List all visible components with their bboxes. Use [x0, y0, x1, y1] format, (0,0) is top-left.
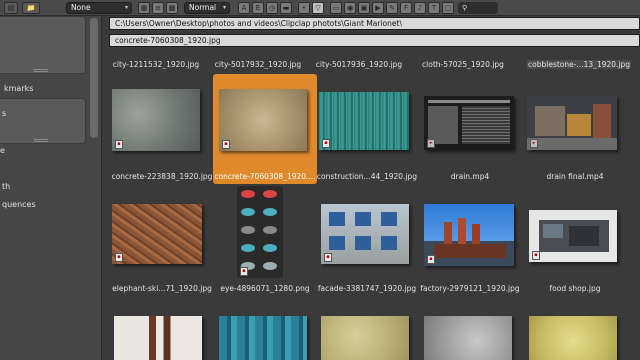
- list-view-icon[interactable]: ≡: [152, 2, 164, 14]
- file-item[interactable]: [523, 304, 627, 360]
- sort-alpha-icon[interactable]: A: [238, 2, 250, 14]
- movie-file-icon: ▸: [530, 139, 538, 148]
- file-name: eye-4896071_1280.png: [220, 284, 310, 293]
- file-thumbnail: ▪: [112, 204, 202, 264]
- image-file-icon: ▪: [322, 139, 330, 148]
- filter-movie-icon[interactable]: ▶: [372, 2, 384, 14]
- file-item[interactable]: ▪ eye-4896071_1280.png: [213, 186, 317, 298]
- file-name: concrete-7060308_1920....: [214, 172, 316, 181]
- file-thumbnail: ▪: [529, 210, 617, 262]
- system-panel: [0, 16, 86, 74]
- file-item[interactable]: ▪ food shop.jpg: [523, 190, 627, 298]
- sort-ext-icon[interactable]: E: [252, 2, 264, 14]
- recent-item[interactable]: e: [0, 146, 5, 155]
- file-browser-header: ▤ 📁 None ▾ ▦ ≡ ▩ Normal ▾ A E ◷ ▬ • ▽ ▭ …: [0, 0, 640, 16]
- sidebar-scrollbar[interactable]: [90, 18, 98, 138]
- file-thumbnail: ▪: [112, 89, 200, 151]
- file-thumbnail: ▸: [424, 96, 514, 150]
- thumbnail-view-icon[interactable]: ▦: [138, 2, 150, 14]
- image-file-icon: ▪: [222, 140, 230, 149]
- filter-select-value: None: [71, 3, 91, 12]
- search-icon: ⚲: [462, 4, 468, 12]
- file-thumbnail: [424, 316, 512, 360]
- chevron-down-icon: ▾: [124, 4, 128, 11]
- filter-sound-icon[interactable]: ♪: [414, 2, 426, 14]
- file-item[interactable]: ▪ factory-2979121_1920.jpg: [418, 190, 522, 298]
- filter-folder2-icon[interactable]: ▢: [442, 2, 454, 14]
- file-thumbnail: ▸: [527, 96, 617, 150]
- file-thumbnail: ▪: [237, 186, 283, 278]
- recent-item[interactable]: quences: [2, 200, 36, 209]
- image-file-icon: ▪: [532, 251, 540, 260]
- file-thumbnail: [219, 316, 307, 360]
- directory-path-field[interactable]: C:\Users\Owner\Desktop\photos and videos…: [109, 17, 640, 30]
- sort-size-icon[interactable]: ▬: [280, 2, 292, 14]
- file-item[interactable]: ▪ construction...44_1920.jpg: [315, 76, 419, 184]
- image-file-icon: ▪: [240, 267, 248, 276]
- image-file-icon: ▪: [427, 255, 435, 264]
- file-name[interactable]: cobblestone-...13_1920.jpg: [527, 60, 631, 69]
- search-field[interactable]: ⚲: [458, 2, 498, 14]
- filter-funnel-icon[interactable]: ▽: [312, 2, 324, 14]
- file-thumbnail: ▪: [424, 204, 514, 266]
- file-name[interactable]: city-5017936_1920.jpg: [307, 60, 411, 69]
- filter-text-icon[interactable]: T: [428, 2, 440, 14]
- sort-time-icon[interactable]: ◷: [266, 2, 278, 14]
- filter-image-icon[interactable]: ▣: [358, 2, 370, 14]
- grid-view-icon[interactable]: ▩: [166, 2, 178, 14]
- filter-select[interactable]: None ▾: [66, 2, 132, 14]
- bookmarks-panel: s: [0, 98, 86, 144]
- filter-folder-icon[interactable]: ▭: [330, 2, 342, 14]
- bookmarks-heading: kmarks: [4, 84, 34, 93]
- file-grid: city-1211532_1920.jpg city-5017932_1920.…: [102, 50, 640, 360]
- file-thumbnail: [529, 316, 617, 360]
- image-file-icon: ▪: [115, 140, 123, 149]
- file-item-selected[interactable]: ▪ concrete-7060308_1920....: [213, 74, 317, 184]
- filter-blend-icon[interactable]: ◉: [344, 2, 356, 14]
- file-item[interactable]: [315, 304, 419, 360]
- bookmark-item[interactable]: s: [2, 109, 6, 118]
- folder-icon[interactable]: 📁: [22, 2, 40, 14]
- recent-item[interactable]: th: [2, 182, 10, 191]
- file-name: food shop.jpg: [549, 284, 601, 293]
- file-thumbnail: [321, 316, 409, 360]
- filename-field[interactable]: concrete-7060308_1920.jpg: [109, 34, 640, 47]
- file-name[interactable]: cloth-57025_1920.jpg: [411, 60, 515, 69]
- file-name: factory-2979121_1920.jpg: [420, 284, 520, 293]
- display-size-value: Normal: [189, 3, 217, 12]
- file-item[interactable]: ▸ drain final.mp4: [523, 76, 627, 184]
- movie-file-icon: ▸: [427, 139, 435, 148]
- file-thumbnail: ▪: [219, 89, 307, 151]
- image-file-icon: ▪: [115, 253, 123, 262]
- image-file-icon: ▪: [324, 253, 332, 262]
- file-name: concrete-223838_1920.jpg: [111, 172, 213, 181]
- file-name: drain final.mp4: [546, 172, 604, 181]
- file-name[interactable]: city-1211532_1920.jpg: [104, 60, 208, 69]
- file-item[interactable]: ▸ drain.mp4: [418, 76, 522, 184]
- filter-font-icon[interactable]: F: [400, 2, 412, 14]
- file-item[interactable]: [110, 304, 214, 360]
- display-size-select[interactable]: Normal ▾: [184, 2, 230, 14]
- file-item[interactable]: [213, 304, 317, 360]
- file-item[interactable]: [418, 304, 522, 360]
- file-name: facade-3381747_1920.jpg: [317, 284, 417, 293]
- file-thumbnail: ▪: [319, 92, 409, 150]
- file-thumbnail: ▪: [321, 204, 409, 264]
- file-name: construction...44_1920.jpg: [316, 172, 418, 181]
- file-item[interactable]: ▪ facade-3381747_1920.jpg: [315, 190, 419, 298]
- chevron-down-icon: ▾: [222, 4, 226, 11]
- file-name: drain.mp4: [450, 172, 490, 181]
- file-name[interactable]: city-5017932_1920.jpg: [206, 60, 310, 69]
- file-name: elephant-ski...71_1920.jpg: [112, 284, 212, 293]
- panel-grip-icon[interactable]: [34, 69, 48, 72]
- panel-grip-icon[interactable]: [34, 139, 48, 142]
- sidebar: kmarks s e th quences: [0, 16, 102, 360]
- file-item[interactable]: ▪ concrete-223838_1920.jpg: [110, 76, 214, 184]
- file-thumbnail: [114, 316, 202, 360]
- filter-script-icon[interactable]: ✎: [386, 2, 398, 14]
- editor-type-icon[interactable]: ▤: [4, 2, 18, 14]
- file-item[interactable]: ▪ elephant-ski...71_1920.jpg: [110, 190, 214, 298]
- hide-dot-icon[interactable]: •: [298, 2, 310, 14]
